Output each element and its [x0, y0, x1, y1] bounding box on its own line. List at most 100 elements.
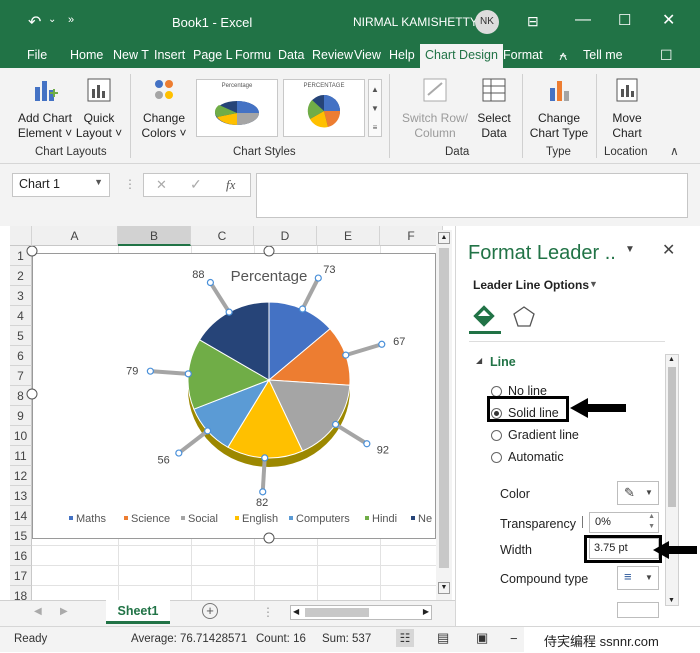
page-break-view-icon[interactable]: ▣: [476, 630, 488, 646]
scroll-right-icon[interactable]: ▶: [423, 607, 429, 616]
quick-layout-button[interactable]: Quick Layout ˅: [74, 77, 124, 141]
column-header[interactable]: F: [380, 226, 443, 246]
resize-handle[interactable]: [263, 532, 275, 544]
spinner-icon[interactable]: ▲ ▼: [648, 512, 655, 532]
move-chart-icon: [616, 78, 638, 102]
comments-icon[interactable]: ☐: [660, 47, 673, 64]
chart-style-thumbnail-2[interactable]: PERCENTAGE: [283, 79, 365, 137]
status-sum[interactable]: Sum: 537: [322, 633, 371, 645]
leader-line-options-menu[interactable]: Leader Line Options: [473, 278, 589, 292]
avatar[interactable]: NK: [475, 10, 499, 34]
gradient-line-radio[interactable]: [491, 430, 502, 441]
row-header[interactable]: 18: [10, 586, 32, 600]
group-location: Location: [604, 146, 648, 158]
horizontal-scrollbar[interactable]: ◀ ▶: [290, 605, 432, 620]
tab-insert[interactable]: Insert: [154, 48, 185, 62]
zoom-out-icon[interactable]: −: [510, 631, 518, 646]
fill-line-tab[interactable]: [469, 302, 501, 334]
tab-view[interactable]: View: [354, 48, 381, 62]
cancel-icon[interactable]: ✕: [156, 177, 167, 193]
transparency-slider[interactable]: [582, 516, 586, 528]
scroll-down-icon[interactable]: ▼: [668, 597, 675, 604]
automatic-radio[interactable]: [491, 452, 502, 463]
tab-chart-design[interactable]: Chart Design: [420, 44, 503, 68]
change-colors-button[interactable]: Change Colors ˅: [137, 77, 191, 141]
change-chart-type-button[interactable]: Change Chart Type: [528, 77, 590, 141]
scroll-down-icon[interactable]: ▼: [438, 582, 450, 594]
insert-function-button[interactable]: fx: [226, 177, 235, 193]
tab-home[interactable]: Home: [70, 48, 103, 62]
row-header[interactable]: 16: [10, 546, 32, 566]
chevron-down-icon[interactable]: ▼: [94, 177, 103, 187]
pane-options-dropdown[interactable]: ▼: [625, 244, 635, 255]
tell-me-search[interactable]: Tell me: [583, 48, 623, 62]
scroll-up-icon[interactable]: ▲: [668, 356, 675, 363]
resize-handle[interactable]: [263, 246, 275, 257]
column-header[interactable]: D: [254, 226, 317, 246]
status-average[interactable]: Average: 76.71428571: [131, 633, 247, 645]
normal-view-icon[interactable]: ☷: [396, 629, 414, 647]
name-box[interactable]: Chart 1 ▼: [12, 173, 110, 197]
change-chart-type-label2: Chart Type: [529, 126, 589, 140]
undo-icon[interactable]: ↶: [28, 12, 41, 32]
row-header[interactable]: 17: [10, 566, 32, 586]
column-header[interactable]: C: [191, 226, 254, 246]
next-sheet-icon[interactable]: ▶: [60, 606, 68, 617]
undo-dropdown-icon[interactable]: ⌄: [48, 14, 56, 25]
maximize-icon[interactable]: ☐: [618, 11, 631, 29]
prev-sheet-icon[interactable]: ◀: [34, 606, 42, 617]
scroll-thumb[interactable]: [305, 608, 369, 617]
close-icon[interactable]: ✕: [662, 10, 675, 30]
divider: [596, 74, 597, 158]
add-sheet-icon[interactable]: +: [202, 603, 218, 619]
color-picker[interactable]: ✎ ▼: [617, 481, 659, 505]
scroll-left-icon[interactable]: ◀: [293, 607, 299, 616]
switch-row-column-button[interactable]: Switch Row/ Column: [398, 77, 472, 141]
tab-format[interactable]: Format: [503, 48, 543, 62]
chart-style-thumbnail-1[interactable]: Percentage: [196, 79, 278, 137]
pane-scrollbar[interactable]: ▲ ▼: [665, 354, 679, 606]
page-layout-view-icon[interactable]: ▤: [437, 630, 449, 646]
minimize-icon[interactable]: —: [575, 11, 591, 29]
move-chart-button[interactable]: Move Chart: [602, 77, 652, 141]
resize-handle[interactable]: [26, 388, 38, 400]
compound-type-dropdown[interactable]: ≡ ▼: [617, 566, 659, 590]
chart-styles-scroller[interactable]: ▲ ▼ ≡: [368, 79, 382, 137]
scroll-up-icon[interactable]: ▲: [438, 232, 450, 244]
tab-new[interactable]: New T: [113, 48, 149, 62]
chevron-down-icon[interactable]: ▼: [589, 279, 598, 289]
enter-icon[interactable]: ✓: [190, 176, 202, 193]
tab-data[interactable]: Data: [278, 48, 304, 62]
tab-review[interactable]: Review: [312, 48, 353, 62]
user-name[interactable]: NIRMAL KAMISHETTY: [353, 15, 478, 29]
tab-help[interactable]: Help: [389, 48, 415, 62]
tab-file[interactable]: File: [27, 48, 47, 62]
add-chart-element-button[interactable]: Add Chart Element ˅: [14, 77, 76, 141]
select-data-button[interactable]: Select Data: [472, 77, 516, 141]
collapse-section-icon[interactable]: ◢: [476, 356, 482, 365]
tab-page-layout[interactable]: Page L: [193, 48, 233, 62]
close-pane-icon[interactable]: ✕: [662, 240, 675, 260]
automatic-label[interactable]: Automatic: [508, 450, 564, 464]
sheet-tab[interactable]: Sheet1: [106, 600, 170, 624]
column-header[interactable]: A: [32, 226, 118, 246]
column-header[interactable]: B: [118, 226, 191, 246]
scroll-thumb[interactable]: [668, 367, 676, 507]
column-header[interactable]: E: [317, 226, 380, 246]
status-count[interactable]: Count: 16: [256, 633, 306, 645]
gradient-line-label[interactable]: Gradient line: [508, 428, 579, 442]
dash-type-dropdown[interactable]: [617, 602, 659, 618]
formula-input[interactable]: [256, 173, 688, 218]
select-data-label: Select: [477, 111, 511, 125]
select-all-corner[interactable]: [10, 226, 32, 246]
effects-tab[interactable]: [511, 304, 537, 333]
group-chart-styles: Chart Styles: [233, 146, 296, 158]
collapse-ribbon-icon[interactable]: ∧: [670, 144, 679, 158]
tab-formulas[interactable]: Formu: [235, 48, 271, 62]
resize-handle[interactable]: [26, 246, 38, 257]
line-section-heading[interactable]: Line: [490, 355, 516, 369]
transparency-input[interactable]: 0% ▲ ▼: [589, 512, 659, 533]
compound-type-label: Compound type: [500, 572, 589, 586]
customize-qat-icon[interactable]: »: [68, 14, 74, 26]
ribbon-display-icon[interactable]: ⊟: [527, 13, 539, 30]
